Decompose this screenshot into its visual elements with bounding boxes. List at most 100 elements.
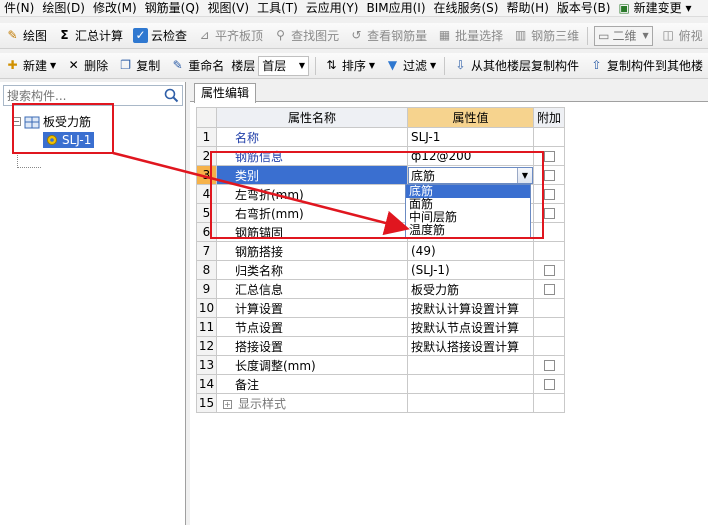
view-rebar-button[interactable]: ↺ 查看钢筋量 [344,25,432,47]
extra-cell [532,298,566,318]
delete-button[interactable]: ✕ 删除 [61,55,113,77]
property-value-cell[interactable]: (SLJ-1) [407,260,534,280]
find-element-label: 查找图元 [291,29,340,43]
view-rebar-icon: ↺ [351,28,362,42]
row-number: 12 [196,336,217,356]
chevron-down-icon: ▼ [642,31,649,40]
extra-checkbox[interactable] [543,189,555,200]
property-pane: 属性编辑 属性名称 属性值 附加 1 名称 SLJ-1 2 钢筋信息 ф12@2… [190,82,708,525]
binoculars-icon: ⚲ [276,28,285,42]
funnel-icon: ▼ [387,58,398,72]
extra-checkbox[interactable] [543,208,555,219]
property-value-cell[interactable] [407,393,534,413]
property-value-cell[interactable]: (49) [407,241,534,261]
property-value-cell[interactable]: 板受力筋 [407,279,534,299]
copy-button[interactable]: ❐ 复制 [113,55,165,77]
filter-button[interactable]: ▼ 过滤 ▼ [380,55,441,77]
property-name-cell: 名称 [216,127,408,147]
table-row[interactable]: 14 备注 [196,374,566,394]
table-row[interactable]: 13 长度调整(mm) [196,355,566,375]
tab-property-edit[interactable]: 属性编辑 [194,83,257,103]
rebar-3d-button[interactable]: ▥ 钢筋三维 [508,25,584,47]
change-icon: ▣ [618,0,630,15]
row-number: 9 [196,279,217,299]
copy-to-floor-icon: ⇧ [591,58,602,72]
delete-label: 删除 [84,59,109,73]
extra-cell [532,241,566,261]
menu-view[interactable]: 视图(V) [203,0,253,16]
property-value-cell[interactable]: 按默认搭接设置计算 [407,336,534,356]
extra-checkbox[interactable] [543,170,555,181]
find-element-button[interactable]: ⚲ 查找图元 [268,25,344,47]
menu-modify[interactable]: 修改(M) [89,0,141,16]
copy-to-floor-button[interactable]: ⇧ 复制构件到其他楼 [584,55,708,77]
menu-new-change[interactable]: ▣ 新建变更 ▾ [614,0,695,16]
menu-file[interactable]: 件(N) [0,0,38,16]
rename-label: 重命名 [188,59,225,73]
new-button[interactable]: ✚ 新建 ▼ [0,55,61,77]
toolbar-separator [587,26,589,45]
view-mode-select[interactable]: ▭ 二维 ▼ [594,25,653,46]
sort-icon: ⇅ [326,58,337,72]
extra-checkbox[interactable] [543,265,555,276]
header-corner [196,107,217,128]
search-icon[interactable] [164,88,179,103]
extra-checkbox[interactable] [543,284,555,295]
cloud-check-button[interactable]: ✓ 云检查 [128,25,192,47]
property-name-cell: 备注 [216,374,408,394]
row-number: 13 [196,355,217,375]
copy-from-floor-button[interactable]: ⇩ 从其他楼层复制构件 [448,55,584,77]
overhead-view-button[interactable]: ◫ 俯视 [656,25,708,47]
table-row[interactable]: 10 计算设置 按默认计算设置计算 [196,298,566,318]
flat-top-icon: ⊿ [199,28,210,42]
menu-tools[interactable]: 工具(T) [253,0,302,16]
flat-top-button[interactable]: ⊿ 平齐板顶 [192,25,268,47]
menu-bim[interactable]: BIM应用(I) [362,0,429,16]
property-value-cell[interactable] [407,355,534,375]
extra-checkbox[interactable] [543,151,555,162]
annotation-box-tree [12,103,114,154]
sort-button[interactable]: ⇅ 排序 ▼ [319,55,380,77]
tree-line [17,167,41,168]
property-value-cell[interactable]: 按默认计算设置计算 [407,298,534,318]
extra-cell [532,393,566,413]
extra-cell [532,260,566,280]
sigma-icon: Σ [60,28,69,42]
table-row[interactable]: 1 名称 SLJ-1 [196,127,566,147]
property-value-cell[interactable]: 按默认节点设置计算 [407,317,534,337]
menu-help[interactable]: 帮助(H) [502,0,552,16]
property-name-cell: 长度调整(mm) [216,355,408,375]
property-name-cell: 搭接设置 [216,336,408,356]
copy-from-floor-label: 从其他楼层复制构件 [470,59,579,73]
table-row[interactable]: 15 + 显示样式 [196,393,566,413]
view-mode-icon: ▭ [598,28,610,43]
table-row[interactable]: 11 节点设置 按默认节点设置计算 [196,317,566,337]
chevron-down-icon: ▼ [430,61,437,70]
rename-icon: ✎ [172,58,183,72]
extra-checkbox[interactable] [543,379,555,390]
floor-select[interactable]: 首层 ▼ [258,55,310,76]
extra-checkbox[interactable] [543,360,555,371]
table-row[interactable]: 7 钢筋搭接 (49) [196,241,566,261]
menu-bar: 件(N) 绘图(D) 修改(M) 钢筋量(Q) 视图(V) 工具(T) 云应用(… [0,0,708,17]
table-row[interactable]: 8 归类名称 (SLJ-1) [196,260,566,280]
menu-rebar-quantity[interactable]: 钢筋量(Q) [141,0,204,16]
tree-line [17,152,18,168]
property-value-cell[interactable]: SLJ-1 [407,127,534,147]
annotation-box-category [210,151,544,239]
expand-icon[interactable]: + [223,399,232,409]
view-rebar-label: 查看钢筋量 [367,29,428,43]
table-row[interactable]: 12 搭接设置 按默认搭接设置计算 [196,336,566,356]
property-value-cell[interactable] [407,374,534,394]
sum-calc-button[interactable]: Σ 汇总计算 [52,25,128,47]
menu-version[interactable]: 版本号(B) [553,0,615,16]
rename-button[interactable]: ✎ 重命名 [165,55,229,77]
batch-select-button[interactable]: ▦ 批量选择 [432,25,508,47]
menu-online[interactable]: 在线服务(S) [430,0,503,16]
menu-cloud[interactable]: 云应用(Y) [302,0,363,16]
rebar-3d-label: 钢筋三维 [531,29,580,43]
menu-draw[interactable]: 绘图(D) [38,0,89,16]
new-label: 新建 [23,59,48,73]
draw-button[interactable]: ✎ 绘图 [0,25,52,47]
table-row[interactable]: 9 汇总信息 板受力筋 [196,279,566,299]
